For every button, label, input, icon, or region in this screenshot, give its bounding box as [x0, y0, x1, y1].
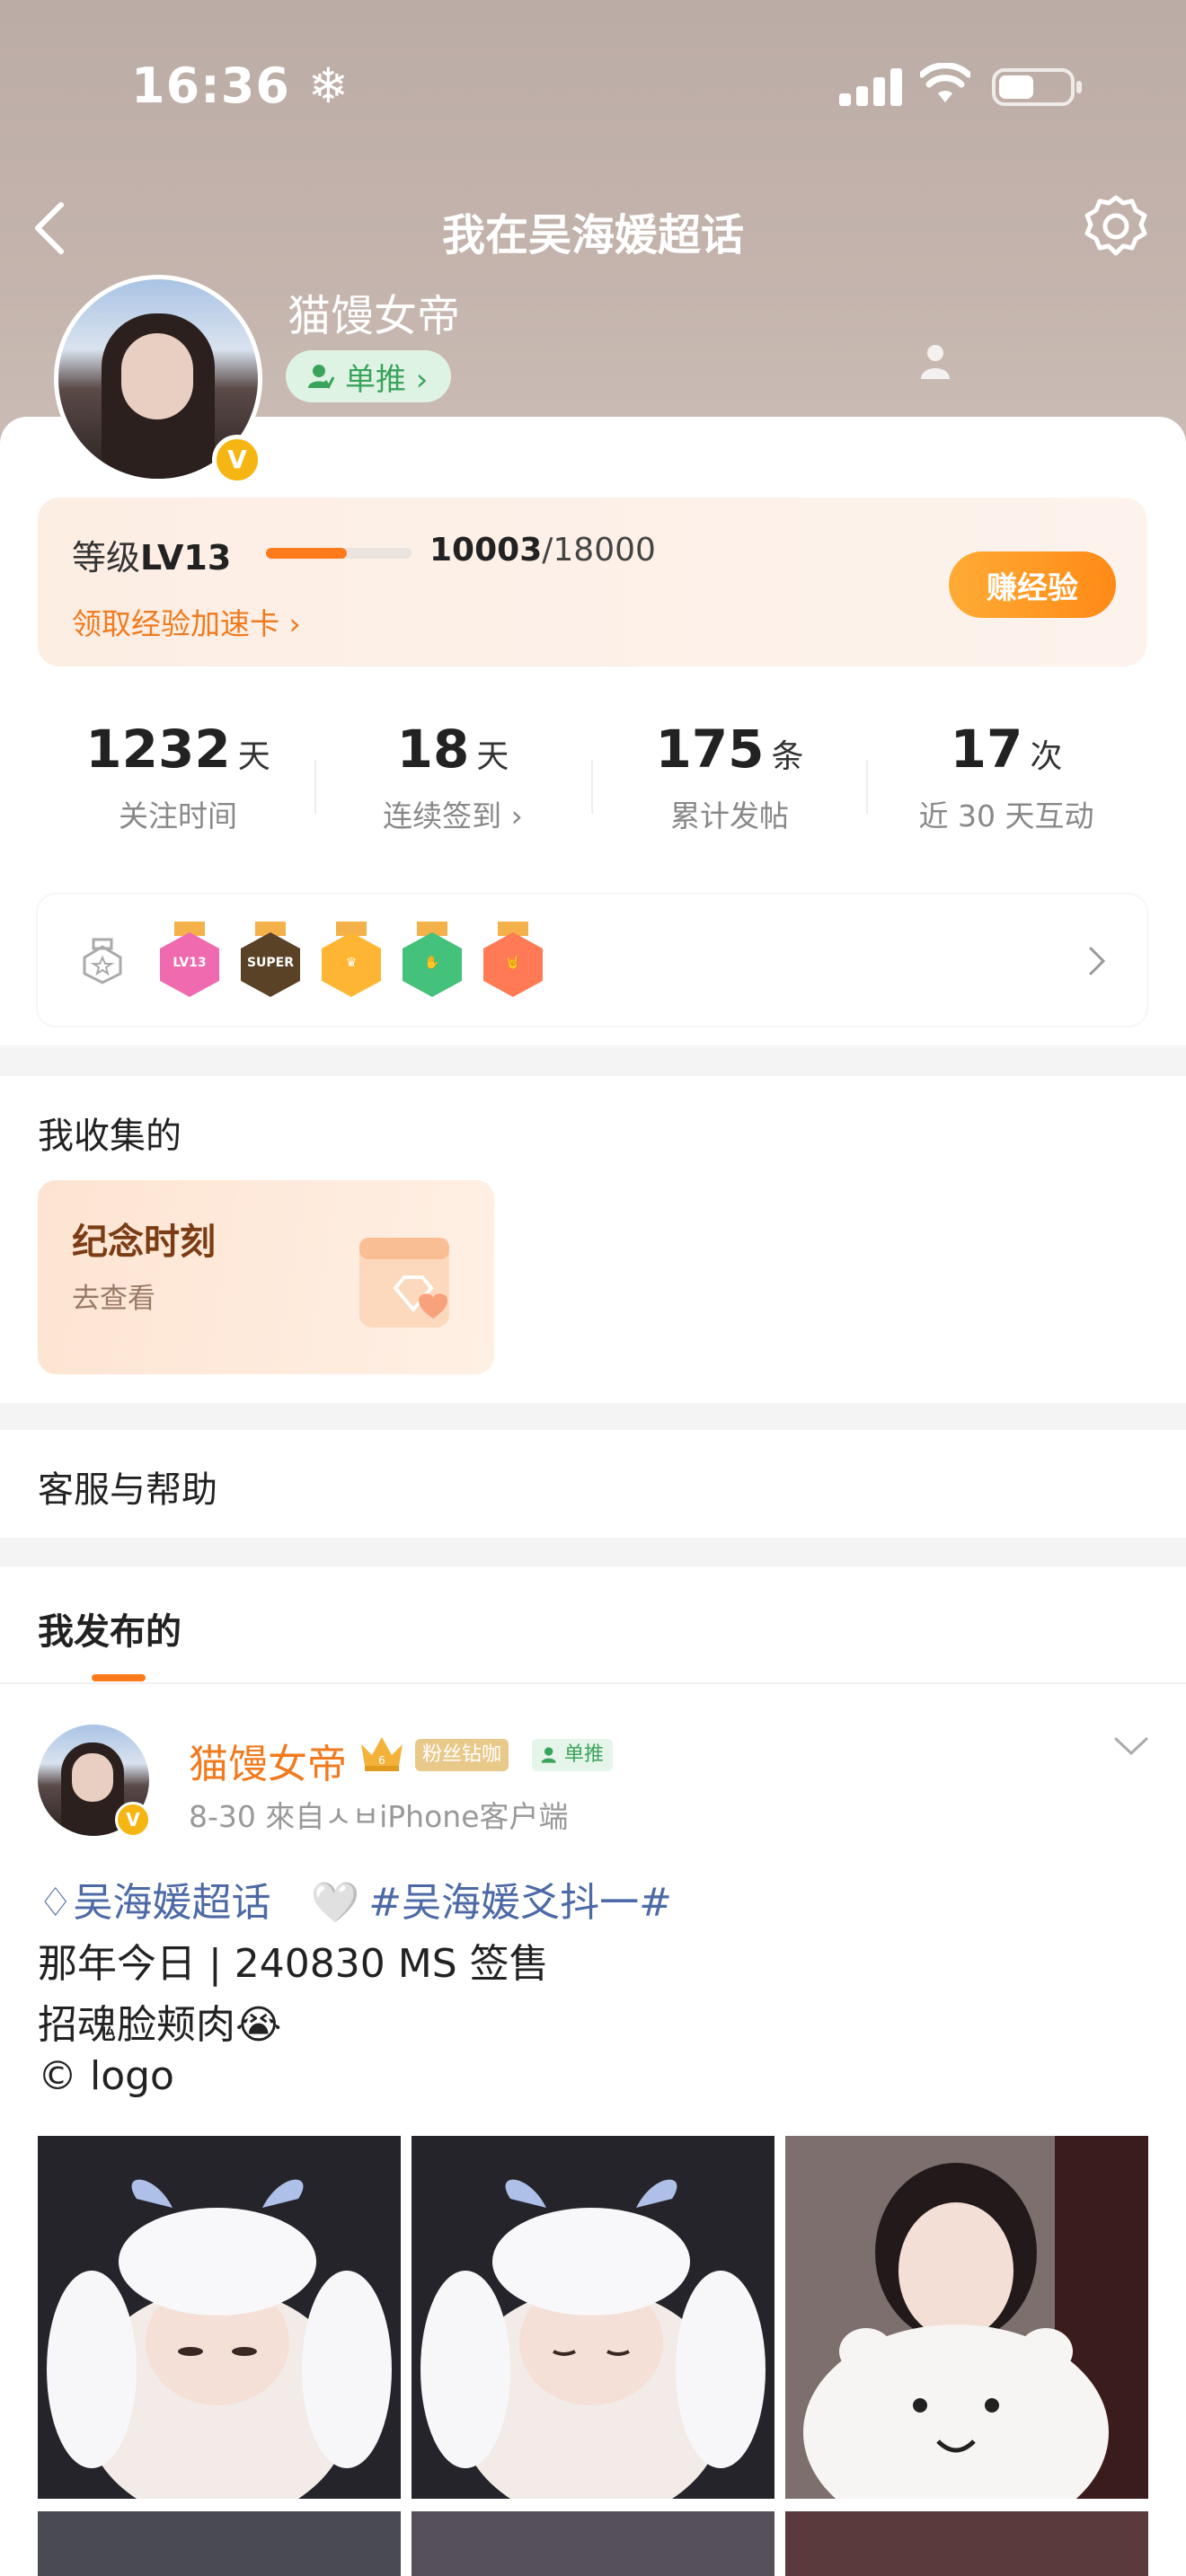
memory-card-subtitle: 去查看	[72, 1283, 155, 1315]
person-icon	[308, 365, 334, 389]
single-fan-tag[interactable]: 单推 ›	[286, 350, 452, 402]
post-verified-badge: V	[115, 1802, 151, 1838]
badge-crown-medal: ♛	[320, 922, 383, 999]
settings-gear-icon[interactable]	[1082, 192, 1150, 260]
post-image[interactable]	[412, 2511, 774, 2576]
earn-experience-button[interactable]: 赚经验	[949, 551, 1116, 618]
badge-rock-medal: 🤘	[482, 922, 544, 999]
post-author-name[interactable]: 猫馒女帝	[189, 1732, 347, 1789]
hashtag-link[interactable]: #吴海媛爻抖一#	[368, 1880, 672, 1926]
post-meta: 8-30 來自ㅅㅂiPhone客户端	[189, 1799, 569, 1834]
boost-card-link[interactable]: 领取经验加速卡 ›	[72, 600, 301, 643]
collected-title: 我收集的	[38, 1116, 181, 1157]
divider	[866, 760, 868, 814]
experience-progress-bar	[266, 548, 412, 559]
tag-label: 单推 ›	[345, 361, 429, 398]
status-time: 16:36 ❄	[131, 57, 350, 114]
heart-icon: 🤍	[310, 1880, 360, 1926]
page-title: 我在吴海媛超话	[441, 210, 744, 260]
post-image[interactable]	[412, 2136, 774, 2499]
tab-active-indicator	[92, 1674, 146, 1681]
badge-hand-medal: ✋	[401, 922, 464, 999]
crown-icon: 6	[356, 1732, 408, 1775]
post-text-line: 那年今日 | 240830 MS 签售	[38, 1941, 549, 1987]
memory-card-title: 纪念时刻	[72, 1222, 216, 1263]
svg-text:6: 6	[378, 1754, 385, 1767]
post-text-line: 招魂脸颊肉😭	[38, 2002, 282, 2048]
experience-value: 10003/18000	[429, 532, 656, 569]
post-single-tag: 单推	[532, 1739, 614, 1771]
stat-interactions: 17 次 近 30 天互动	[918, 719, 1094, 834]
level-label: 等级LV13	[72, 538, 232, 578]
post-image[interactable]	[785, 2511, 1148, 2576]
verified-badge: V	[212, 435, 262, 485]
post-image[interactable]	[785, 2136, 1148, 2499]
badge-wall-icon	[81, 938, 124, 984]
cellular-signal-icon	[839, 68, 902, 106]
divider	[591, 760, 593, 814]
stat-follow-days: 1232 天 关注时间	[85, 719, 270, 834]
divider	[314, 760, 316, 814]
chevron-right-icon	[1087, 945, 1107, 977]
post-image[interactable]	[38, 2136, 401, 2499]
tab-published[interactable]: 我发布的	[38, 1602, 181, 1654]
badge-super-medal: SUPER	[239, 922, 302, 999]
help-title[interactable]: 客服与帮助	[38, 1460, 217, 1513]
supertopic-link[interactable]: 吴海媛超话	[73, 1880, 270, 1926]
chevron-down-icon[interactable]	[1112, 1734, 1150, 1760]
badge-level-medal: LV13	[158, 922, 221, 999]
stat-checkin-days[interactable]: 18 天 连续签到 ›	[336, 719, 570, 835]
divider	[0, 1682, 1186, 1684]
post-image[interactable]	[38, 2511, 401, 2576]
post-text-line: © logo	[38, 2053, 174, 2099]
fan-level-tag: 粉丝钻咖	[415, 1739, 509, 1771]
post-topic-line[interactable]: ♢吴海媛超话 🤍 #吴海媛爻抖一#	[38, 1870, 672, 1928]
username: 猫馒女帝	[288, 291, 461, 341]
battery-icon	[992, 68, 1082, 106]
person-icon	[541, 1747, 556, 1763]
stat-posts: 175 条 累计发帖	[655, 719, 804, 834]
user-silhouette-icon	[920, 343, 951, 379]
wifi-icon	[918, 62, 972, 106]
calendar-heart-icon	[347, 1216, 473, 1342]
snowflake-icon: ❄	[307, 57, 350, 114]
diamond-icon: ♢	[38, 1880, 74, 1926]
